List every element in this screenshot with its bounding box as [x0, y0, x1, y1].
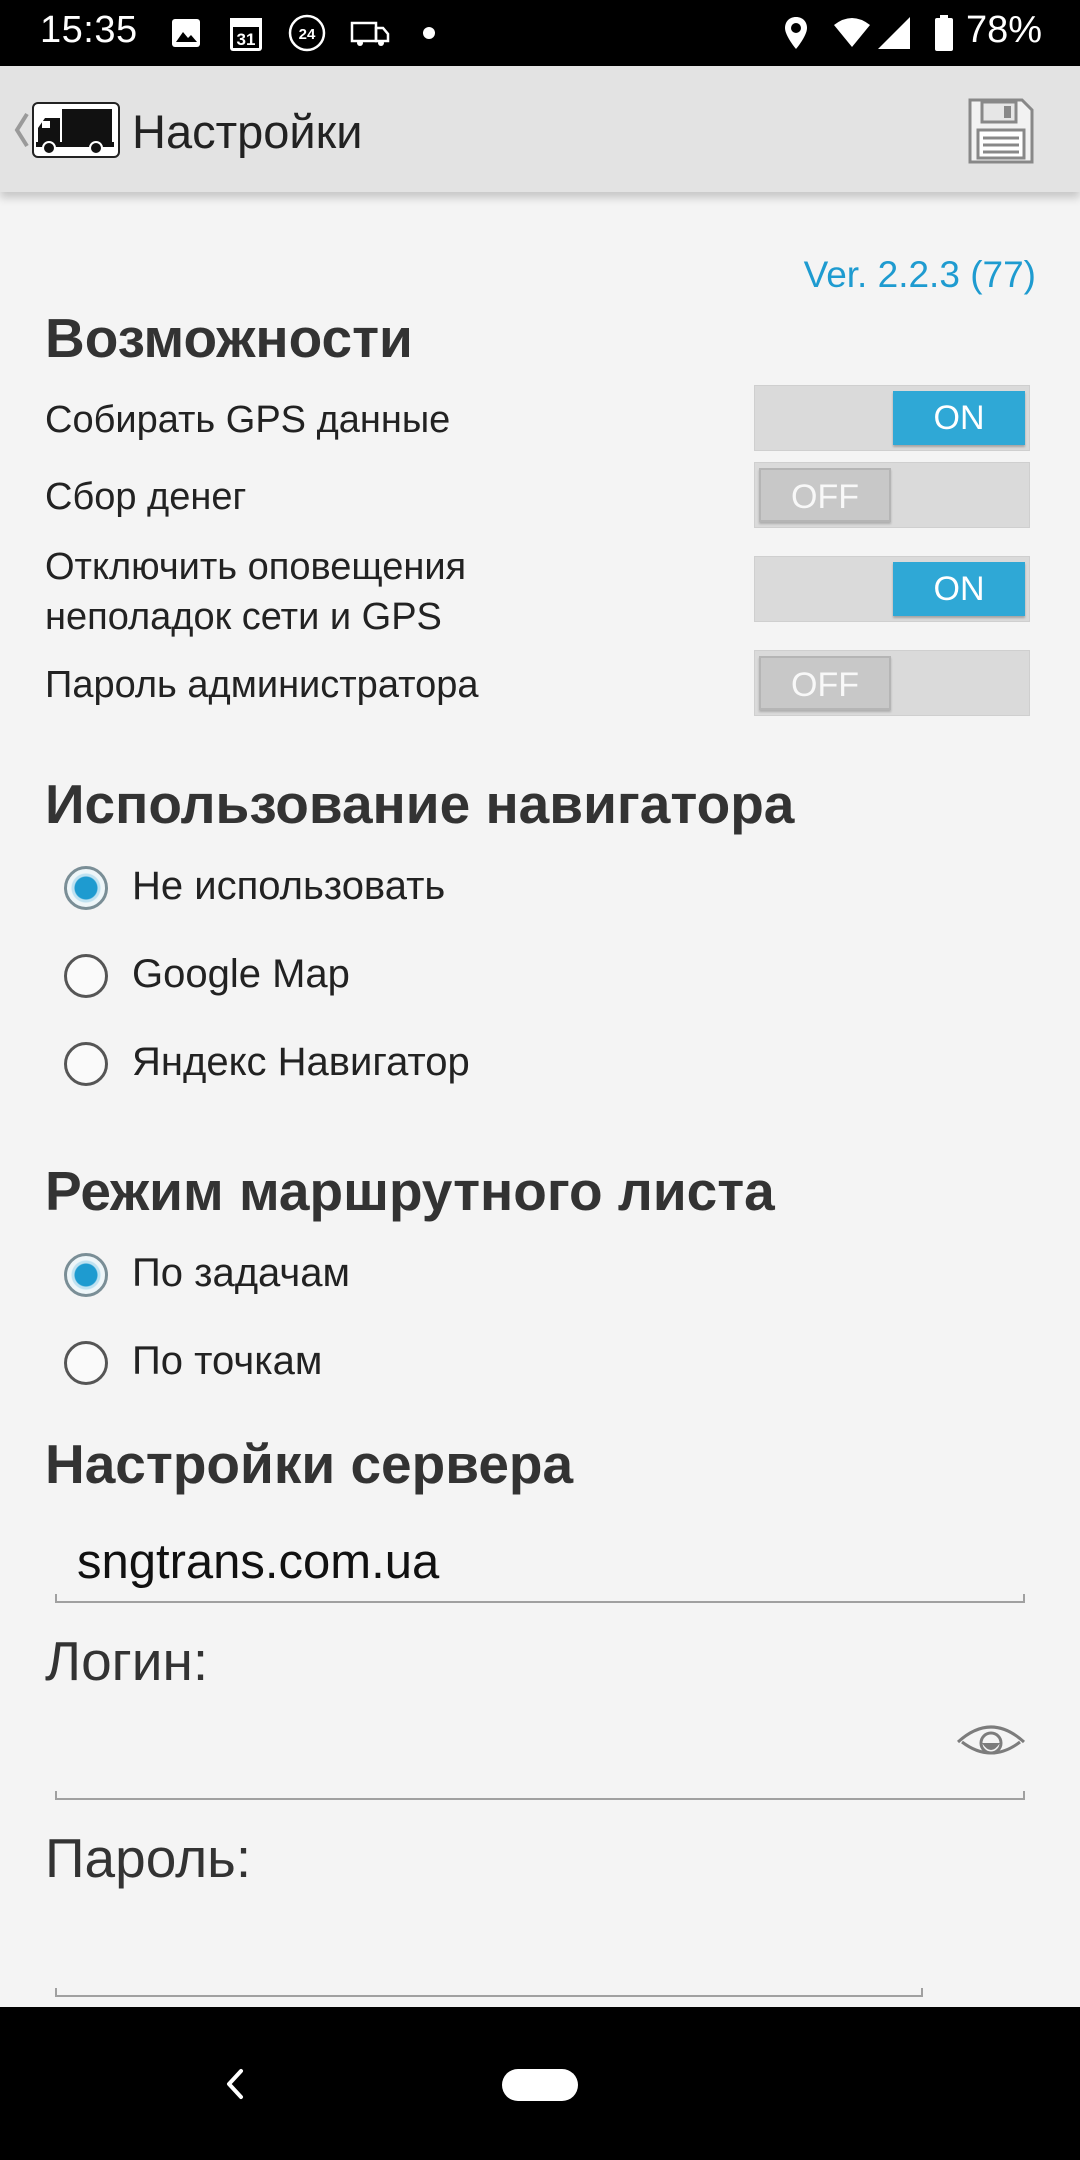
- features-section-title: Возможности: [45, 307, 413, 369]
- login-label: Логин:: [45, 1630, 209, 1692]
- status-bar: 15:35 31 24 78%: [0, 0, 1080, 66]
- gps-collect-label: Собирать GPS данные: [45, 399, 451, 441]
- radio-label: По точкам: [132, 1339, 323, 1383]
- admin-password-label: Пароль администратора: [45, 664, 479, 706]
- admin-password-toggle[interactable]: OFF: [754, 650, 1030, 716]
- dot-icon: [423, 27, 435, 39]
- login-input-wrap: [55, 1724, 1025, 1800]
- server-address-input[interactable]: [55, 1527, 1025, 1597]
- 24-clock-icon: 24: [288, 14, 326, 52]
- password-input-wrap: [55, 1921, 923, 1997]
- version-label: Ver. 2.2.3 (77): [803, 254, 1036, 295]
- login-input[interactable]: [55, 1724, 1025, 1794]
- location-icon: [785, 17, 807, 49]
- navigator-section-title: Использование навигатора: [45, 773, 795, 835]
- radio-button-checked[interactable]: [64, 866, 108, 910]
- route-mode-section-title: Режим маршрутного листа: [45, 1160, 775, 1222]
- save-icon[interactable]: [966, 96, 1036, 166]
- status-time: 15:35: [40, 9, 138, 51]
- disable-alerts-label-line2: неполадок сети и GPS: [45, 596, 442, 638]
- radio-button[interactable]: [64, 1042, 108, 1086]
- gallery-icon: [172, 19, 200, 47]
- navigation-bar: [0, 2007, 1080, 2160]
- wifi-icon: [834, 18, 870, 47]
- disable-alerts-toggle[interactable]: ON: [754, 556, 1030, 622]
- badge-24: 24: [299, 26, 316, 43]
- radio-button[interactable]: [64, 1341, 108, 1385]
- radio-button-checked[interactable]: [64, 1253, 108, 1297]
- action-bar: Настройки: [0, 66, 1080, 192]
- password-input[interactable]: [55, 1921, 923, 1991]
- calendar-day: 31: [237, 30, 256, 49]
- radio-label: По задачам: [132, 1251, 350, 1295]
- password-label: Пароль:: [45, 1827, 252, 1889]
- nav-back-icon[interactable]: [222, 2065, 248, 2103]
- server-address-wrap: [55, 1527, 1025, 1603]
- money-collect-toggle[interactable]: OFF: [754, 462, 1030, 528]
- input-underline: [55, 1791, 1025, 1800]
- radio-label: Не использовать: [132, 864, 446, 908]
- truck-logo-icon[interactable]: [32, 102, 120, 158]
- eye-icon[interactable]: [954, 1716, 1028, 1768]
- calendar-icon: 31: [230, 18, 262, 51]
- toggle-state: ON: [893, 562, 1025, 616]
- money-collect-label: Сбор денег: [45, 476, 247, 518]
- input-underline: [55, 1594, 1025, 1603]
- screen-title: Настройки: [132, 105, 363, 158]
- battery-icon: [935, 15, 953, 51]
- settings-content[interactable]: Ver. 2.2.3 (77) Возможности Собирать GPS…: [0, 192, 1080, 2007]
- back-chevron-icon[interactable]: [10, 108, 32, 152]
- radio-button[interactable]: [64, 954, 108, 998]
- toggle-state: ON: [893, 391, 1025, 445]
- radio-label: Google Map: [132, 952, 350, 996]
- disable-alerts-label-line1: Отключить оповещения: [45, 546, 467, 588]
- gps-collect-toggle[interactable]: ON: [754, 385, 1030, 451]
- server-section-title: Настройки сервера: [45, 1433, 574, 1495]
- battery-percent: 78%: [966, 9, 1043, 51]
- radio-label: Яндекс Навигатор: [132, 1040, 470, 1084]
- truck-icon: [350, 21, 390, 46]
- input-underline: [55, 1988, 923, 1997]
- signal-icon: [878, 17, 910, 49]
- toggle-state: OFF: [759, 656, 891, 710]
- nav-home-pill[interactable]: [502, 2069, 578, 2101]
- toggle-state: OFF: [759, 468, 891, 522]
